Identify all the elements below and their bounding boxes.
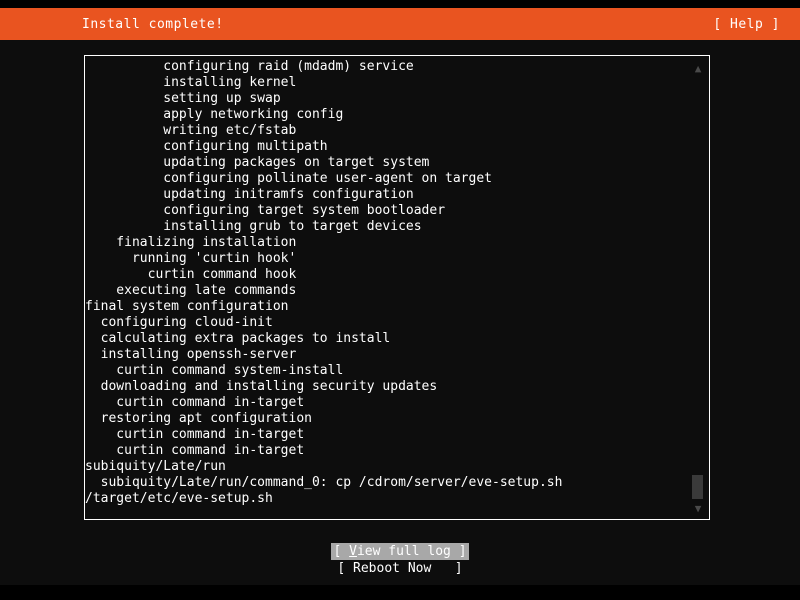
view-full-log-accel: V bbox=[349, 544, 357, 559]
log-line: final system configuration bbox=[85, 299, 289, 314]
log-line: /target/etc/eve-setup.sh bbox=[85, 491, 273, 506]
log-line: executing late commands bbox=[85, 283, 297, 298]
log-line: configuring pollinate user-agent on targ… bbox=[85, 171, 492, 186]
reboot-now-button[interactable]: [ Reboot Now ] bbox=[335, 560, 464, 577]
log-line: updating initramfs configuration bbox=[85, 187, 414, 202]
log-line: setting up swap bbox=[85, 91, 281, 106]
view-full-log-open: [ bbox=[333, 544, 350, 559]
log-line: running 'curtin hook' bbox=[85, 251, 297, 266]
log-line: curtin command in-target bbox=[85, 443, 305, 458]
log-line: curtin command system-install bbox=[85, 363, 344, 378]
log-line: calculating extra packages to install bbox=[85, 331, 391, 346]
log-line: installing grub to target devices bbox=[85, 219, 422, 234]
log-line: writing etc/fstab bbox=[85, 123, 297, 138]
scroll-down-arrow-icon[interactable]: ▼ bbox=[687, 502, 709, 516]
scroll-up-arrow-icon[interactable]: ▲ bbox=[687, 62, 709, 76]
view-full-log-button[interactable]: [ View full log ] bbox=[331, 543, 469, 560]
log-line: curtin command in-target bbox=[85, 427, 305, 442]
log-line: curtin command in-target bbox=[85, 395, 305, 410]
log-line: finalizing installation bbox=[85, 235, 297, 250]
log-scrollbar[interactable]: ▲ ▼ bbox=[687, 56, 709, 519]
install-log-panel: configuring raid (mdadm) service install… bbox=[84, 55, 710, 520]
log-line: curtin command hook bbox=[85, 267, 297, 282]
header-bar: Install complete! [ Help ] bbox=[0, 8, 800, 40]
page-title: Install complete! bbox=[82, 16, 224, 32]
log-line: installing openssh-server bbox=[85, 347, 297, 362]
help-button[interactable]: [ Help ] bbox=[713, 17, 780, 32]
log-line: subiquity/Late/run/command_0: cp /cdrom/… bbox=[85, 475, 563, 490]
log-line: configuring multipath bbox=[85, 139, 328, 154]
log-line: installing kernel bbox=[85, 75, 297, 90]
log-line: configuring cloud-init bbox=[85, 315, 273, 330]
top-black-strip bbox=[0, 0, 800, 8]
action-buttons: [ View full log ] [ Reboot Now ] bbox=[0, 543, 800, 577]
log-line: apply networking config bbox=[85, 107, 344, 122]
bottom-black-strip bbox=[0, 585, 800, 600]
log-line: restoring apt configuration bbox=[85, 411, 312, 426]
log-line: subiquity/Late/run bbox=[85, 459, 226, 474]
log-line: configuring target system bootloader bbox=[85, 203, 446, 218]
log-line: configuring raid (mdadm) service bbox=[85, 59, 414, 74]
log-line: updating packages on target system bbox=[85, 155, 430, 170]
scrollbar-thumb[interactable] bbox=[692, 475, 703, 499]
view-full-log-label: iew full log bbox=[356, 544, 451, 559]
log-line: downloading and installing security upda… bbox=[85, 379, 438, 394]
installer-screen: Install complete! [ Help ] configuring r… bbox=[0, 0, 800, 600]
view-full-log-close: ] bbox=[450, 544, 467, 559]
install-log-lines: configuring raid (mdadm) service install… bbox=[85, 56, 687, 519]
